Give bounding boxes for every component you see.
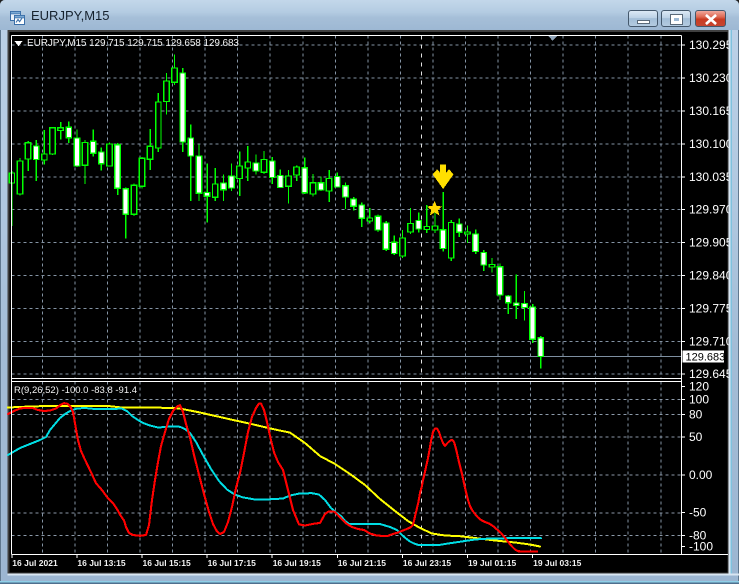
- svg-text:-100: -100: [689, 540, 713, 554]
- svg-text:16 Jul 13:15: 16 Jul 13:15: [77, 558, 125, 568]
- svg-text:120: 120: [689, 380, 709, 394]
- svg-text:130.295: 130.295: [689, 38, 733, 52]
- svg-text:80: 80: [689, 408, 703, 422]
- svg-text:EURJPY,M15 129.715 129.715 129: EURJPY,M15 129.715 129.715 129.658 129.6…: [27, 38, 239, 49]
- svg-text:100: 100: [689, 393, 709, 407]
- svg-text:130.230: 130.230: [689, 71, 733, 85]
- svg-text:50: 50: [689, 430, 703, 444]
- svg-text:16 Jul 2021: 16 Jul 2021: [12, 558, 58, 568]
- svg-text:130.100: 130.100: [689, 137, 733, 151]
- svg-text:19 Jul 03:15: 19 Jul 03:15: [533, 558, 581, 568]
- svg-text:129.775: 129.775: [689, 301, 733, 315]
- svg-text:0.00: 0.00: [689, 468, 713, 482]
- svg-text:129.970: 129.970: [689, 203, 733, 217]
- svg-text:16 Jul 19:15: 16 Jul 19:15: [273, 558, 321, 568]
- svg-text:16 Jul 23:15: 16 Jul 23:15: [403, 558, 451, 568]
- svg-text:16 Jul 15:15: 16 Jul 15:15: [143, 558, 191, 568]
- svg-text:130.165: 130.165: [689, 104, 733, 118]
- svg-text:129.683: 129.683: [686, 351, 726, 363]
- svg-text:R(9,26,52) -100.0 -83.8 -91.4: R(9,26,52) -100.0 -83.8 -91.4: [14, 385, 137, 396]
- svg-text:129.840: 129.840: [689, 269, 733, 283]
- svg-text:130.035: 130.035: [689, 170, 733, 184]
- svg-text:129.905: 129.905: [689, 236, 733, 250]
- svg-text:-50: -50: [689, 506, 707, 520]
- svg-text:19 Jul 01:15: 19 Jul 01:15: [468, 558, 516, 568]
- svg-text:16 Jul 21:15: 16 Jul 21:15: [338, 558, 386, 568]
- svg-text:129.710: 129.710: [689, 334, 733, 348]
- svg-text:16 Jul 17:15: 16 Jul 17:15: [208, 558, 256, 568]
